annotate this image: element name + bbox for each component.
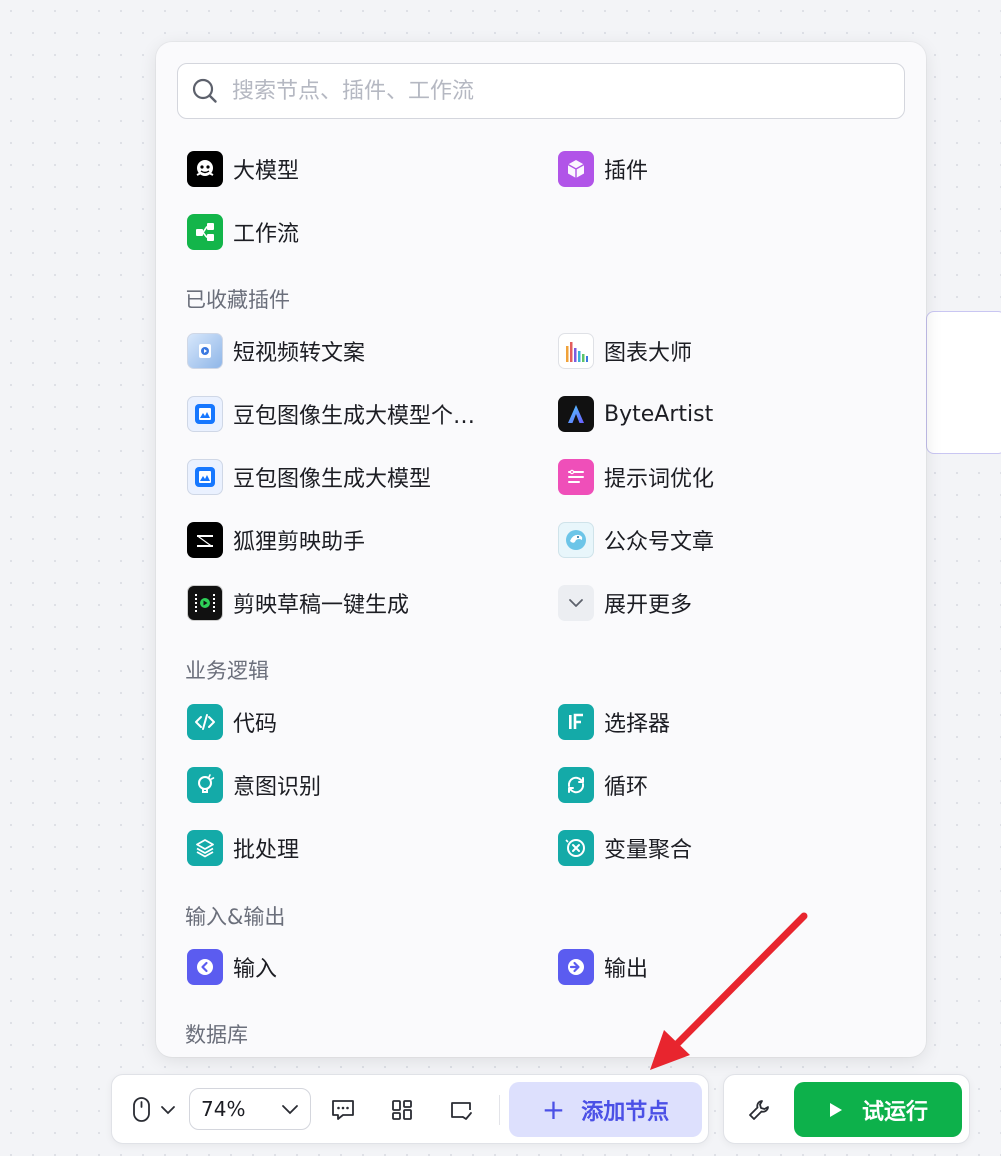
node-item-loop[interactable]: 循环 [558,765,648,805]
plugin-item-label: 豆包图像生成大模型 [233,467,432,492]
node-item-input[interactable]: 输入 [187,947,277,987]
comment-button[interactable] [325,1092,361,1128]
node-item-label: 意图识别 [233,775,322,800]
canvas-node-card [926,311,1001,454]
debug-settings-button[interactable] [738,1092,780,1128]
llm-icon [187,151,223,187]
capcut-icon [187,522,223,558]
loop-icon [558,767,594,803]
chevron-down-icon [161,1106,175,1115]
variable-merge-icon [558,830,594,866]
plugin-item-label: 公众号文章 [604,530,715,555]
image-gen-icon [187,396,223,432]
plugin-cube-icon [558,151,594,187]
canvas-toolbar: 74% + 添加节点 [111,1074,709,1144]
plugin-item-label: 豆包图像生成大模型个… [233,404,476,429]
section-title-database: 数据库 [185,1023,248,1047]
plugin-item-label: ByteArtist [604,401,714,427]
node-item-label: 工作流 [233,222,300,247]
node-item-llm[interactable]: 大模型 [187,149,299,189]
node-item-label: 循环 [604,775,649,800]
plus-icon: + [541,1092,566,1126]
add-node-label: 添加节点 [581,1099,670,1125]
batch-icon [187,830,223,866]
expand-more-label: 展开更多 [604,593,693,618]
node-item-label: 大模型 [233,159,300,184]
node-item-output[interactable]: 输出 [558,947,648,987]
mouse-icon [133,1097,150,1122]
test-run-button[interactable]: 试运行 [794,1082,962,1137]
article-icon [558,522,594,558]
code-icon [187,704,223,740]
plugin-item[interactable]: ByteArtist [558,394,713,434]
zoom-select[interactable]: 74% [189,1088,311,1130]
prompt-optimize-icon [558,459,594,495]
section-title-favorites: 已收藏插件 [185,288,290,312]
node-item-plugin[interactable]: 插件 [558,149,648,189]
add-node-panel: 大模型 插件 工作流 已收藏插件 短视频转文案 图表大师 豆包图像生成大模型个… [156,42,926,1057]
node-item-intent[interactable]: 意图识别 [187,765,321,805]
image-gen-icon [187,459,223,495]
search-box[interactable] [177,63,905,119]
plugin-item-label: 短视频转文案 [233,341,366,366]
run-toolbar: 试运行 [723,1074,970,1144]
minimap-icon [451,1102,472,1120]
plugin-item-label: 剪映草稿一键生成 [233,593,410,618]
play-icon [829,1102,842,1117]
test-run-label: 试运行 [861,1099,928,1125]
node-item-batch[interactable]: 批处理 [187,828,299,868]
plugin-item[interactable]: 公众号文章 [558,520,714,560]
intent-icon [187,767,223,803]
if-selector-icon [558,704,594,740]
expand-more-button[interactable]: 展开更多 [558,583,692,623]
interaction-mode-button[interactable] [126,1092,182,1128]
plugin-item[interactable]: 图表大师 [558,331,692,371]
chevron-down-icon [282,1105,298,1115]
node-item-variable-merge[interactable]: 变量聚合 [558,828,692,868]
layout-button[interactable] [384,1092,420,1128]
section-title-logic: 业务逻辑 [185,659,269,683]
plugin-item[interactable]: 豆包图像生成大模型 [187,457,431,497]
plugin-item-label: 图表大师 [604,341,693,366]
search-icon [192,78,217,103]
chevron-down-icon [558,585,594,621]
zoom-value: 74% [201,1097,246,1121]
plugin-item[interactable]: 短视频转文案 [187,331,365,371]
node-item-workflow[interactable]: 工作流 [187,212,299,252]
input-icon [187,949,223,985]
byteartist-icon [558,396,594,432]
node-item-label: 代码 [233,712,278,737]
plugin-item[interactable]: 提示词优化 [558,457,714,497]
node-item-label: 输出 [604,957,649,982]
video-to-text-icon [187,333,223,369]
chart-master-icon [558,333,594,369]
plugin-item-label: 提示词优化 [604,467,715,492]
toolbar-divider [499,1095,500,1125]
wrench-icon [749,1100,769,1120]
plugin-item-label: 狐狸剪映助手 [233,530,366,555]
comment-icon [332,1100,354,1120]
node-item-label: 输入 [233,957,278,982]
workflow-icon [187,214,223,250]
node-item-selector[interactable]: 选择器 [558,702,670,742]
node-item-label: 插件 [604,159,649,184]
add-node-button[interactable]: + 添加节点 [509,1082,702,1137]
minimap-button[interactable] [443,1092,479,1128]
search-input[interactable] [232,78,872,104]
film-draft-icon [187,585,223,621]
node-item-label: 批处理 [233,838,300,863]
output-icon [558,949,594,985]
node-item-label: 变量聚合 [604,838,693,863]
section-title-io: 输入&输出 [185,905,286,929]
layout-grid-icon [392,1100,412,1120]
plugin-item[interactable]: 豆包图像生成大模型个… [187,394,475,434]
plugin-item[interactable]: 狐狸剪映助手 [187,520,365,560]
node-item-code[interactable]: 代码 [187,702,277,742]
plugin-item[interactable]: 剪映草稿一键生成 [187,583,409,623]
node-item-label: 选择器 [604,712,671,737]
